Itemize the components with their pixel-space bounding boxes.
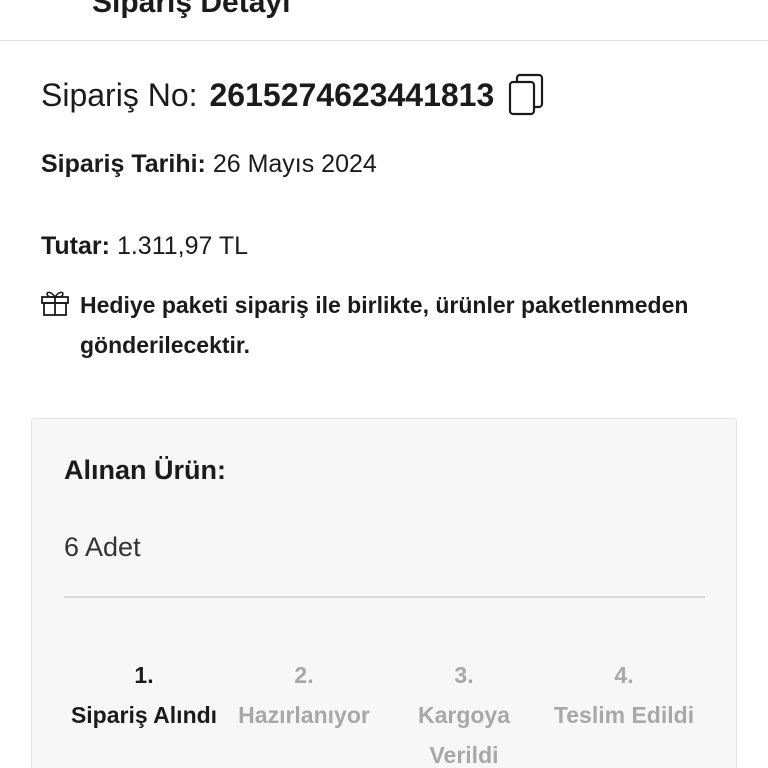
back-arrow-icon <box>36 0 66 18</box>
step-number: 2. <box>294 662 314 688</box>
order-amount-row: Tutar: 1.311,97 TL <box>41 232 248 261</box>
order-amount-label: Tutar: <box>41 232 110 260</box>
gift-icon <box>41 291 69 316</box>
step-label: Hazırlanıyor <box>238 702 370 728</box>
product-card: Alınan Ürün: 6 Adet 1. Sipariş Alındı 2.… <box>31 418 737 768</box>
product-card-title: Alınan Ürün: <box>64 455 226 485</box>
step-number: 3. <box>454 662 474 688</box>
step-delivered: 4. Teslim Edildi <box>544 655 704 735</box>
step-shipped: 3. Kargoya Verildi <box>384 655 544 768</box>
step-preparing: 2. Hazırlanıyor <box>224 655 384 735</box>
order-number-label: Sipariş No: <box>41 76 198 113</box>
order-amount-value: 1.311,97 TL <box>116 232 249 260</box>
order-date-label: Sipariş Tarihi: <box>41 150 206 178</box>
back-button[interactable] <box>36 0 66 18</box>
top-bar: Sipariş Detayı <box>0 0 768 41</box>
copy-icon <box>509 73 544 116</box>
order-date-row: Sipariş Tarihi: 26 Mayıs 2024 <box>41 150 377 179</box>
order-number-row: Sipariş No: 2615274623441813 <box>41 72 544 118</box>
step-order-received: 1. Sipariş Alındı <box>64 655 224 735</box>
copy-order-number-button[interactable] <box>508 73 544 117</box>
order-date-value: 26 Mayıs 2024 <box>212 150 377 178</box>
step-number: 1. <box>134 662 154 688</box>
divider <box>64 596 705 598</box>
step-number: 4. <box>614 662 634 688</box>
step-label: Teslim Edildi <box>553 702 695 728</box>
gift-package-note: Hediye paketi sipariş ile birlikte, ürün… <box>80 292 689 358</box>
step-label: Kargoya Verildi <box>417 702 511 768</box>
step-label: Sipariş Alındı <box>70 702 218 728</box>
page-title: Sipariş Detayı <box>92 0 291 19</box>
product-quantity: 6 Adet <box>64 532 141 562</box>
order-number-value: 2615274623441813 <box>209 76 495 113</box>
